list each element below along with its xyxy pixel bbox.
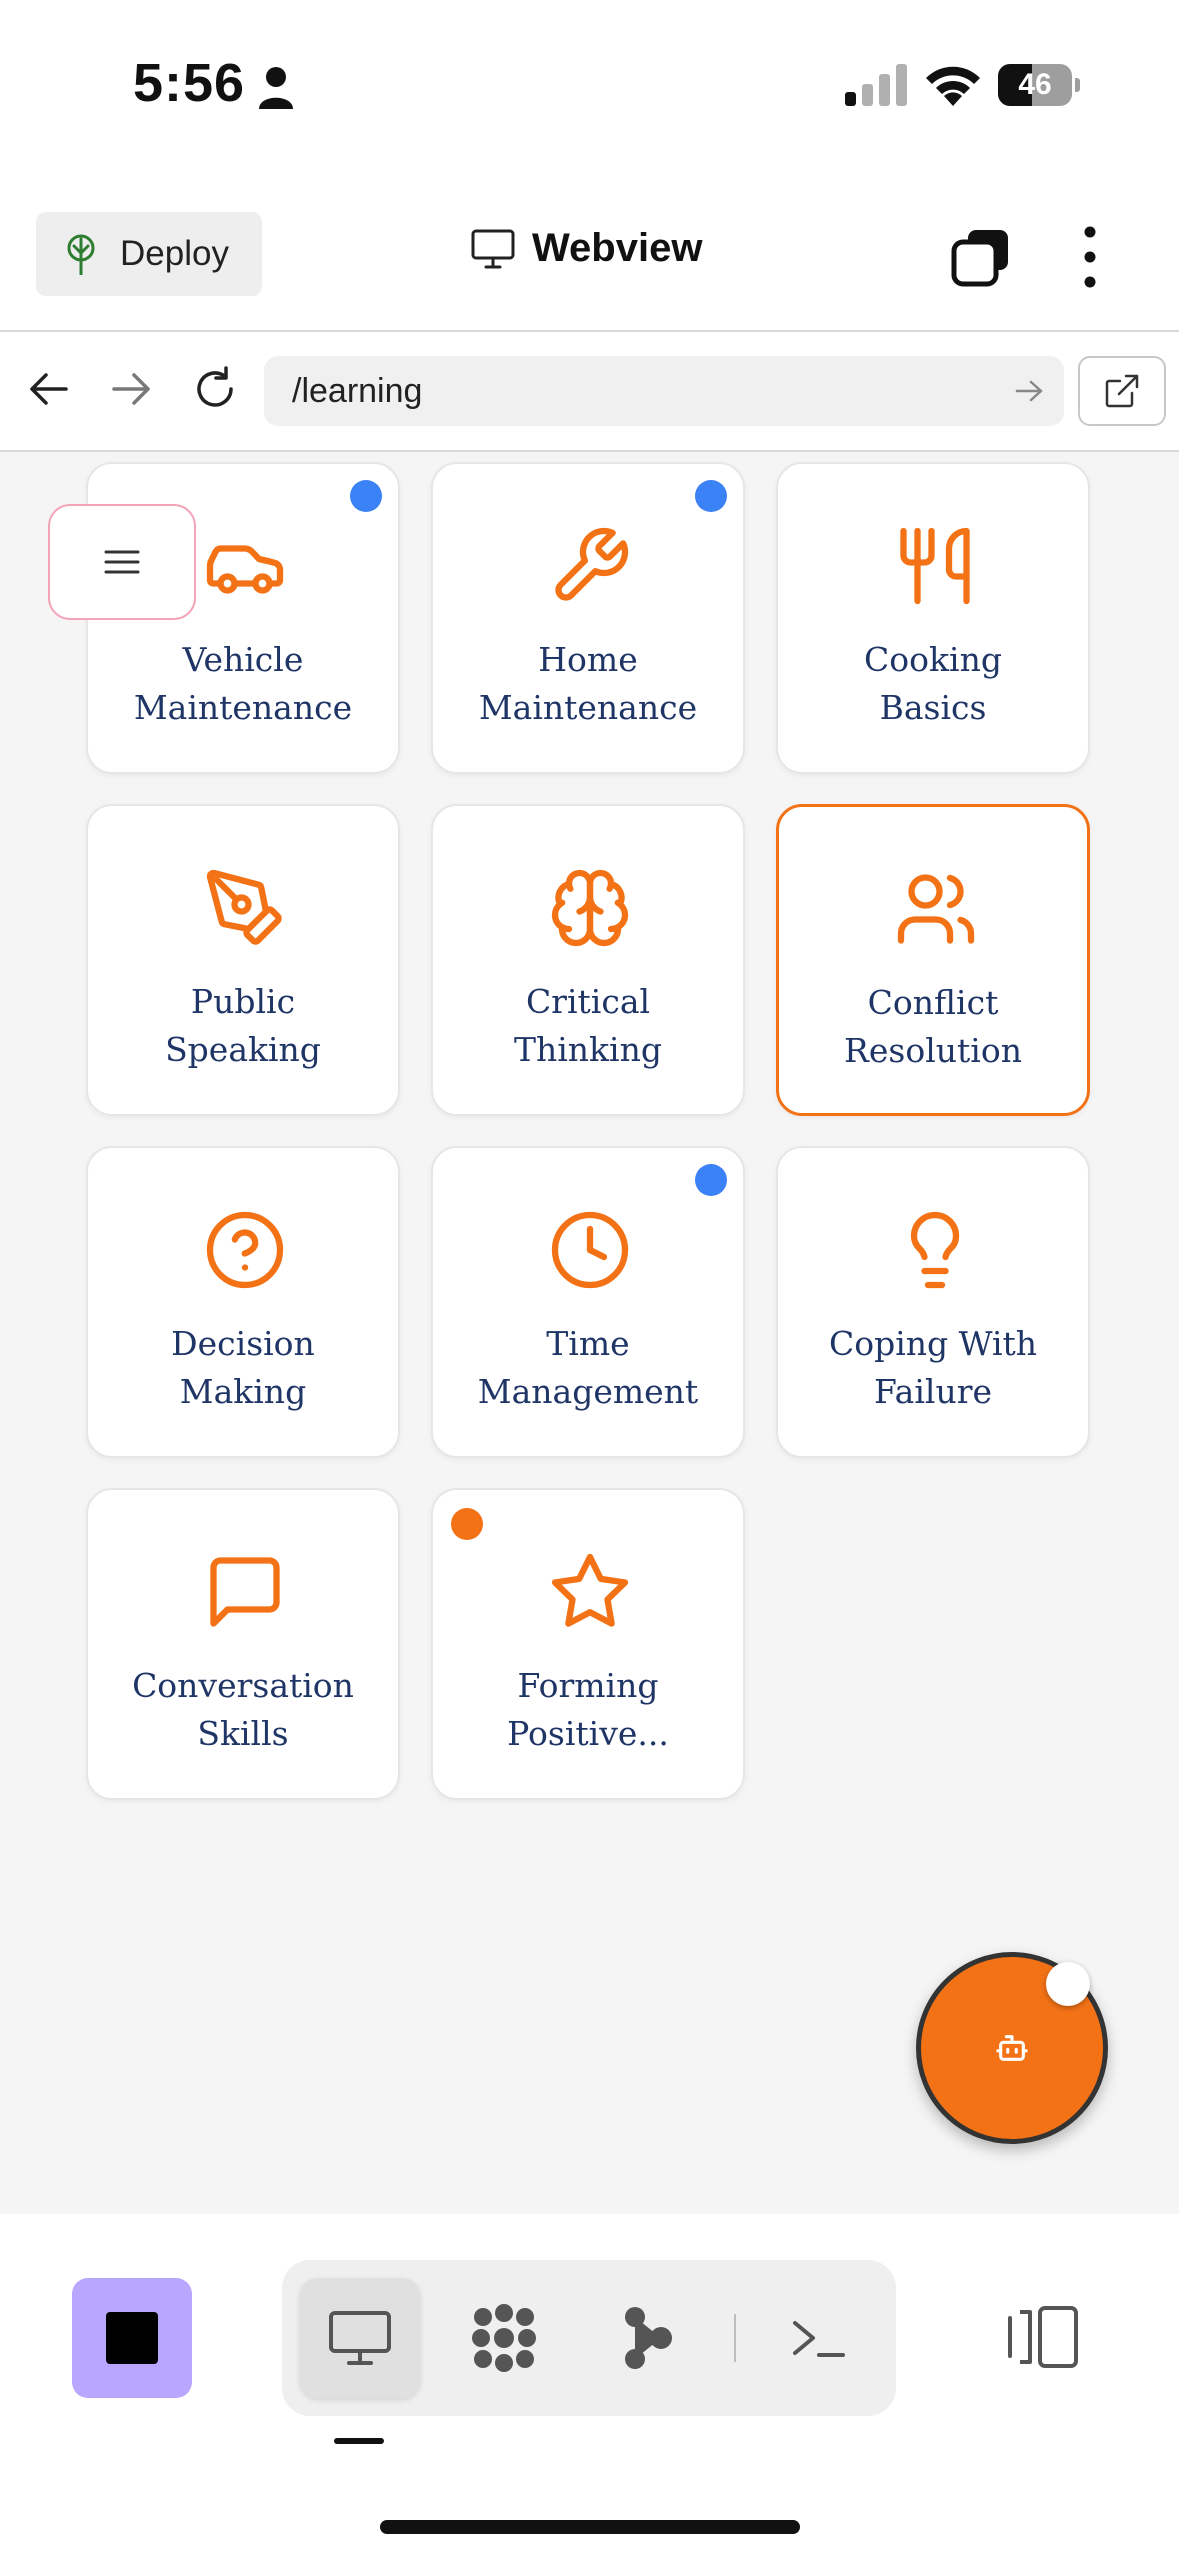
card-title: Conflict Resolution xyxy=(844,983,1022,1070)
git-branch-icon xyxy=(625,2307,672,2369)
arrow-left-icon[interactable] xyxy=(26,366,72,412)
tree-icon xyxy=(67,234,95,275)
message-square-icon xyxy=(203,1550,287,1634)
card-title: Cooking Basics xyxy=(864,640,1002,727)
reload-icon[interactable] xyxy=(192,366,238,412)
url-text: /learning xyxy=(292,372,423,410)
users-icon xyxy=(894,867,978,951)
battery-level: 46 xyxy=(1018,68,1052,101)
url-bar: /learning xyxy=(0,332,1179,452)
stop-button[interactable] xyxy=(72,2278,192,2398)
fab-badge xyxy=(1046,1962,1090,2006)
notification-dot xyxy=(350,480,382,512)
card-title: Coping With Failure xyxy=(828,1324,1038,1411)
card-title: Home Maintenance xyxy=(478,640,698,727)
card-title: Forming Positive... xyxy=(507,1666,669,1753)
help-circle-icon xyxy=(203,1208,287,1292)
go-arrow-icon[interactable] xyxy=(1014,378,1044,404)
open-external-button[interactable] xyxy=(1078,356,1166,426)
card-critical-thinking[interactable]: Critical Thinking xyxy=(431,804,745,1116)
learning-grid: Vehicle Maintenance Home Maintenance Cooki… xyxy=(0,452,1179,2214)
card-decision-making[interactable]: Decision Making xyxy=(86,1146,400,1458)
monitor-icon xyxy=(329,2311,391,2365)
brain-icon xyxy=(548,866,632,950)
url-input[interactable]: /learning xyxy=(264,356,1064,426)
clock-icon xyxy=(548,1208,632,1292)
wrench-icon xyxy=(548,524,632,608)
card-title: Decision Making xyxy=(171,1324,315,1411)
card-conflict-resolution[interactable]: Conflict Resolution xyxy=(776,804,1090,1116)
pen-tool-icon xyxy=(203,866,287,950)
tool-separator xyxy=(734,2314,736,2362)
status-time: 5:56 xyxy=(133,53,246,113)
external-link-icon xyxy=(1105,374,1139,408)
card-public-speaking[interactable]: Public Speaking xyxy=(86,804,400,1116)
card-home-maintenance[interactable]: Home Maintenance xyxy=(431,462,745,774)
notification-dot xyxy=(695,1164,727,1196)
person-icon xyxy=(259,67,293,109)
dots-grid-icon xyxy=(472,2304,536,2372)
more-vertical-icon[interactable] xyxy=(1070,224,1110,290)
bottom-toolbar xyxy=(0,2214,1179,2556)
card-conversation-skills[interactable]: Conversation Skills xyxy=(86,1488,400,1800)
wifi-icon xyxy=(926,66,980,106)
bot-icon xyxy=(996,2035,1028,2061)
active-tab-indicator xyxy=(334,2438,384,2444)
hamburger-menu-icon xyxy=(104,550,140,574)
split-view-icon[interactable] xyxy=(1006,2302,1082,2372)
tool-branch[interactable] xyxy=(588,2278,708,2398)
page-title: Webview xyxy=(470,226,702,271)
deploy-label: Deploy xyxy=(120,234,229,273)
star-icon xyxy=(548,1550,632,1634)
tool-dots[interactable] xyxy=(444,2278,564,2398)
home-indicator xyxy=(380,2520,800,2534)
page-title-text: Webview xyxy=(532,226,703,270)
arrow-right-icon[interactable] xyxy=(108,366,154,412)
card-title: Vehicle Maintenance xyxy=(133,640,353,727)
battery-icon: 46 xyxy=(998,64,1080,106)
car-icon xyxy=(203,524,287,608)
card-title: Conversation Skills xyxy=(132,1666,354,1753)
card-title: Public Speaking xyxy=(165,982,321,1069)
terminal-icon xyxy=(793,2321,845,2357)
stop-icon xyxy=(106,2312,158,2364)
notification-dot xyxy=(695,480,727,512)
card-title: Time Management xyxy=(477,1324,699,1411)
lightbulb-icon xyxy=(893,1208,977,1292)
card-coping-with-failure[interactable]: Coping With Failure xyxy=(776,1146,1090,1458)
status-bar: 5:56 46 xyxy=(0,0,1179,180)
card-time-management[interactable]: Time Management xyxy=(431,1146,745,1458)
tool-terminal[interactable] xyxy=(758,2278,878,2398)
card-title: Critical Thinking xyxy=(513,982,662,1069)
deploy-button[interactable]: Deploy xyxy=(36,212,262,296)
utensils-icon xyxy=(893,524,977,608)
notification-dot xyxy=(451,1508,483,1540)
app-bar: Deploy Webview xyxy=(0,180,1179,332)
cellular-signal-icon xyxy=(845,64,907,106)
tool-group xyxy=(282,2260,896,2416)
tool-webview[interactable] xyxy=(300,2278,420,2398)
card-forming-positive[interactable]: Forming Positive... xyxy=(431,1488,745,1800)
monitor-icon xyxy=(471,229,515,268)
hamburger-menu-button[interactable] xyxy=(48,504,196,620)
layers-icon[interactable] xyxy=(950,226,1012,288)
card-cooking-basics[interactable]: Cooking Basics xyxy=(776,462,1090,774)
